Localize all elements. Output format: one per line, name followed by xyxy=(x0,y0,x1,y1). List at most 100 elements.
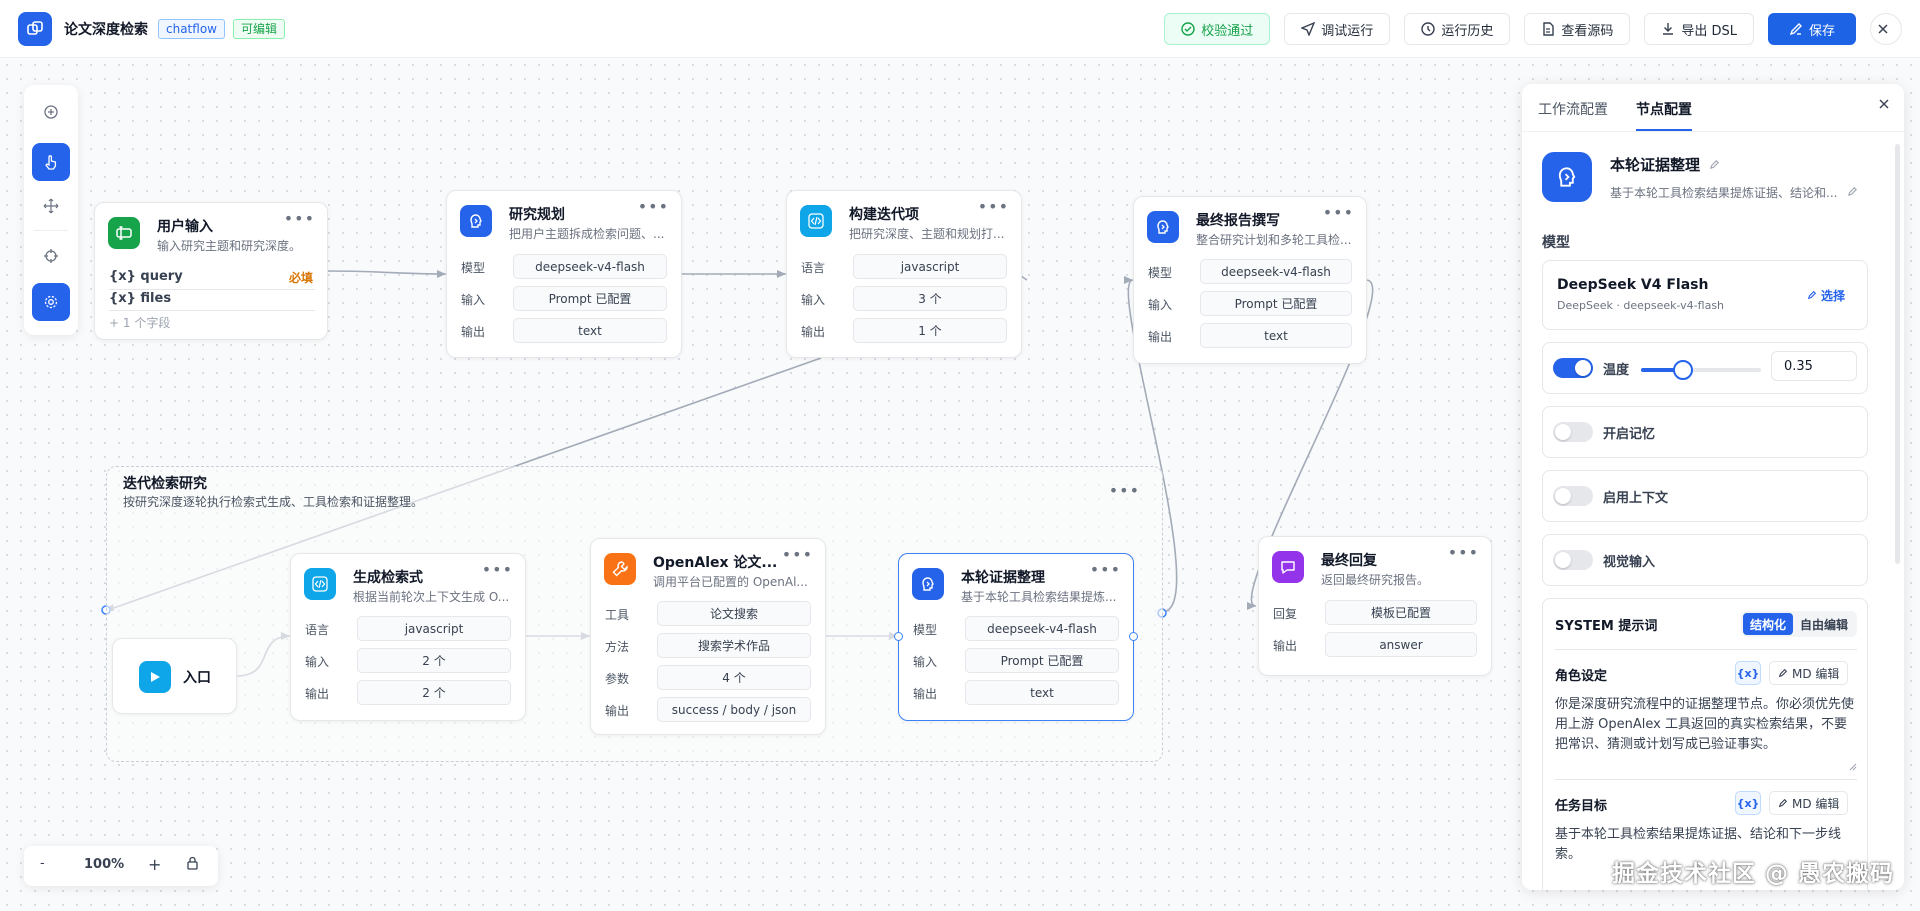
field-row: 输入 2 个 xyxy=(305,648,511,674)
field-key: 输入 xyxy=(801,293,826,307)
md-edit-button[interactable]: MD 编辑 xyxy=(1769,791,1849,815)
model-provider: DeepSeek · deepseek-v4-flash xyxy=(1557,299,1725,312)
input-handle[interactable] xyxy=(894,632,903,641)
app-header: 论文深度检索 chatflow 可编辑 校验通过 调试运行 运行历史 查看源码 … xyxy=(0,0,1920,58)
role-textarea[interactable]: 你是深度研究流程中的证据整理节点。你必须优先使用上游 OpenAlex 工具返回… xyxy=(1555,695,1857,779)
node-description: 根据当前轮次上下文生成 O... xyxy=(353,590,510,604)
fit-view-button[interactable] xyxy=(32,237,70,275)
more-icon[interactable]: ••• xyxy=(482,560,513,579)
tab-node-config[interactable]: 节点配置 xyxy=(1636,99,1692,119)
node-evidence-summary[interactable]: 本轮证据整理 基于本轮工具检索结果提炼... ••• 模型 deepseek-v4… xyxy=(894,553,1138,721)
md-edit-label: MD 编辑 xyxy=(1792,666,1840,681)
mode-free-edit[interactable]: 自由编辑 xyxy=(1793,613,1855,635)
more-icon[interactable]: ••• xyxy=(638,197,669,216)
zoom-out-button[interactable]: - xyxy=(40,856,45,871)
node-entry[interactable]: 入口 xyxy=(112,638,237,714)
temperature-input[interactable]: 0.35 xyxy=(1771,351,1857,381)
close-icon xyxy=(1879,99,1889,109)
field-value: Prompt 已配置 xyxy=(965,648,1119,673)
lock-button[interactable] xyxy=(186,856,199,874)
field-value: deepseek-v4-flash xyxy=(1200,259,1352,284)
pointer-mode-button[interactable] xyxy=(32,143,70,181)
memory-toggle[interactable] xyxy=(1553,422,1593,442)
variable-query: {x} query 必填 xyxy=(109,269,313,285)
crosshair-icon xyxy=(44,249,58,263)
node-title: 最终回复 xyxy=(1321,553,1377,569)
export-dsl-button[interactable]: 导出 DSL xyxy=(1644,13,1754,45)
field-key: 参数 xyxy=(605,672,630,686)
model-select-button[interactable]: 选择 xyxy=(1807,287,1845,304)
field-key: 输出 xyxy=(605,704,630,718)
run-history-button[interactable]: 运行历史 xyxy=(1404,13,1511,45)
node-generate-query[interactable]: 生成检索式 根据当前轮次上下文生成 O... ••• 语言 javascript … xyxy=(290,553,526,721)
output-handle[interactable] xyxy=(1129,632,1138,641)
edit-icon[interactable] xyxy=(1709,159,1720,170)
node-final-report[interactable]: 最终报告撰写 整合研究计划和多轮工具检... ••• 模型 deepseek-v4… xyxy=(1133,196,1367,364)
zoom-in-button[interactable]: + xyxy=(148,855,161,874)
add-node-button[interactable] xyxy=(32,93,70,131)
tab-workflow-config[interactable]: 工作流配置 xyxy=(1538,99,1608,119)
system-prompt-title: SYSTEM 提示词 xyxy=(1555,619,1658,634)
watermark: 掘金技术社区 @ 愚农搬码 xyxy=(1611,861,1894,887)
panel-close-button[interactable] xyxy=(1878,98,1890,114)
node-description: 输入研究主题和研究深度。 xyxy=(157,239,302,253)
more-icon[interactable]: ••• xyxy=(1109,481,1140,500)
app-title: 论文深度检索 xyxy=(64,21,148,38)
node-desc[interactable]: 基于本轮工具检索结果提炼证据、结论和... xyxy=(1610,184,1858,201)
move-icon xyxy=(43,198,59,214)
temperature-toggle[interactable] xyxy=(1553,358,1593,378)
mode-structured[interactable]: 结构化 xyxy=(1742,613,1793,635)
more-icon[interactable]: ••• xyxy=(1448,543,1479,562)
validate-button[interactable]: 校验通过 xyxy=(1164,13,1271,45)
field-row: 工具 论文搜索 xyxy=(605,601,811,627)
view-source-label: 查看源码 xyxy=(1561,23,1614,39)
field-key: 输入 xyxy=(1148,298,1173,312)
node-research-plan[interactable]: 研究规划 把用户主题拆成检索问题、... ••• 模型 deepseek-v4-f… xyxy=(446,190,682,358)
more-icon[interactable]: ••• xyxy=(978,197,1009,216)
tag-chatflow: chatflow xyxy=(158,18,225,39)
node-title: 生成检索式 xyxy=(353,570,423,586)
field-key: 模型 xyxy=(461,261,486,275)
more-icon[interactable]: ••• xyxy=(782,545,813,564)
settings-button[interactable] xyxy=(32,283,70,321)
slider-knob[interactable] xyxy=(1673,360,1693,380)
node-build-iteration[interactable]: 构建迭代项 把研究深度、主题和规划打... ••• 语言 javascript 输… xyxy=(786,190,1022,358)
context-label: 启用上下文 xyxy=(1603,491,1669,506)
node-final-reply[interactable]: 最终回复 返回最终研究报告。 ••• 回复 模板已配置 输出 answer xyxy=(1258,536,1492,676)
resize-handle-icon[interactable] xyxy=(1849,763,1857,771)
pan-mode-button[interactable] xyxy=(32,187,70,225)
node-user-input[interactable]: 用户输入 输入研究主题和研究深度。 ••• {x} query 必填 {x} f… xyxy=(94,202,328,340)
more-fields-link[interactable]: + 1 个字段 xyxy=(109,314,170,331)
more-icon[interactable]: ••• xyxy=(1323,203,1354,222)
brain-icon xyxy=(912,568,944,600)
md-edit-button[interactable]: MD 编辑 xyxy=(1769,661,1849,685)
vision-toggle[interactable] xyxy=(1553,550,1593,570)
lock-icon xyxy=(187,856,198,870)
system-prompt-card: SYSTEM 提示词 结构化 自由编辑 角色设定 {x} MD 编辑 你是深度研… xyxy=(1542,598,1868,890)
required-badge: 必填 xyxy=(288,271,313,285)
save-label: 保存 xyxy=(1808,23,1835,39)
edit-icon xyxy=(1778,668,1788,678)
more-icon[interactable]: ••• xyxy=(1090,560,1121,579)
model-card[interactable]: DeepSeek V4 Flash DeepSeek · deepseek-v4… xyxy=(1542,260,1868,330)
check-circle-icon xyxy=(1181,22,1195,36)
save-button[interactable]: 保存 xyxy=(1767,13,1856,45)
node-name[interactable]: 本轮证据整理 xyxy=(1610,154,1720,175)
view-source-button[interactable]: 查看源码 xyxy=(1524,13,1631,45)
insert-variable-button[interactable]: {x} xyxy=(1735,661,1761,685)
node-openalex-tool[interactable]: OpenAlex 论文... 调用平台已配置的 OpenAl... ••• 工具… xyxy=(590,538,826,735)
app-logo-icon xyxy=(18,11,52,46)
edit-icon[interactable] xyxy=(1847,186,1858,197)
field-value: 4 个 xyxy=(657,665,811,690)
more-icon[interactable]: ••• xyxy=(284,209,315,228)
context-toggle[interactable] xyxy=(1553,486,1593,506)
debug-run-button[interactable]: 调试运行 xyxy=(1284,13,1391,45)
divider xyxy=(109,310,315,311)
validate-label: 校验通过 xyxy=(1201,23,1254,39)
field-value: 3 个 xyxy=(853,286,1007,311)
temperature-slider[interactable] xyxy=(1641,360,1761,380)
field-key: 语言 xyxy=(305,623,330,637)
close-button[interactable] xyxy=(1870,13,1902,45)
panel-scrollbar[interactable] xyxy=(1895,144,1900,564)
insert-variable-button[interactable]: {x} xyxy=(1735,791,1761,815)
